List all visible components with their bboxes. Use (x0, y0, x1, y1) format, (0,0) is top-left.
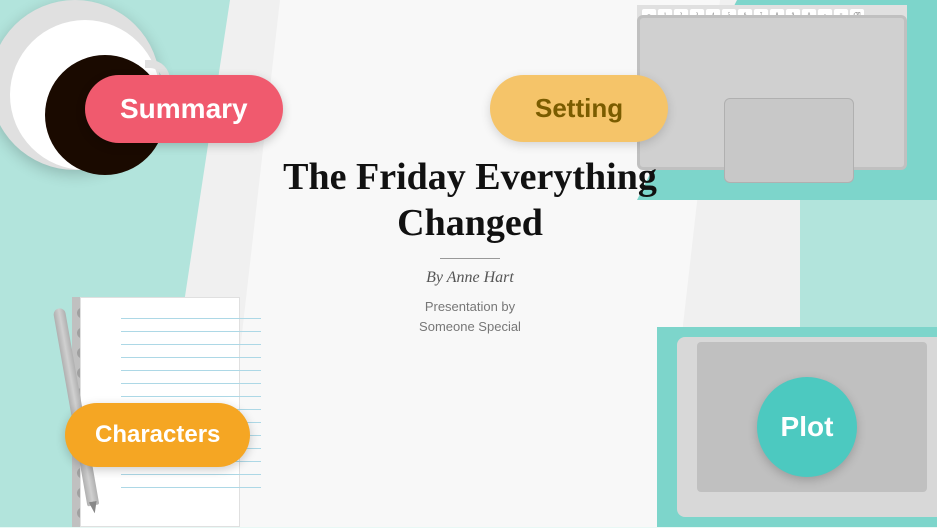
plot-badge[interactable]: Plot (757, 377, 857, 477)
notebook-line (121, 344, 261, 345)
notebook-line (121, 383, 261, 384)
author-text: By Anne Hart (260, 269, 680, 287)
notebook-line (121, 487, 261, 488)
laptop-trackpad (724, 98, 854, 183)
laptop-top: ~ 1 2 3 4 5 6 7 8 9 0 - = ⌫ (627, 0, 917, 170)
summary-label: Summary (120, 93, 248, 124)
laptop-screen (637, 15, 907, 170)
presentation-line1: Presentation by (260, 297, 680, 317)
summary-badge[interactable]: Summary (85, 75, 283, 143)
notebook-line (121, 370, 261, 371)
plot-label: Plot (781, 411, 834, 443)
setting-badge[interactable]: Setting (490, 75, 668, 142)
notebook-line (121, 331, 261, 332)
main-title: The Friday Everything Changed (260, 155, 680, 246)
notebook-line (121, 474, 261, 475)
notebook-line (121, 396, 261, 397)
setting-label: Setting (535, 93, 623, 123)
notebook-line (121, 357, 261, 358)
notebook-line (121, 318, 261, 319)
title-area: The Friday Everything Changed By Anne Ha… (260, 155, 680, 336)
characters-label: Characters (95, 421, 220, 448)
divider (440, 258, 500, 259)
characters-badge[interactable]: Characters (65, 403, 250, 467)
presentation-line2: Someone Special (260, 317, 680, 337)
